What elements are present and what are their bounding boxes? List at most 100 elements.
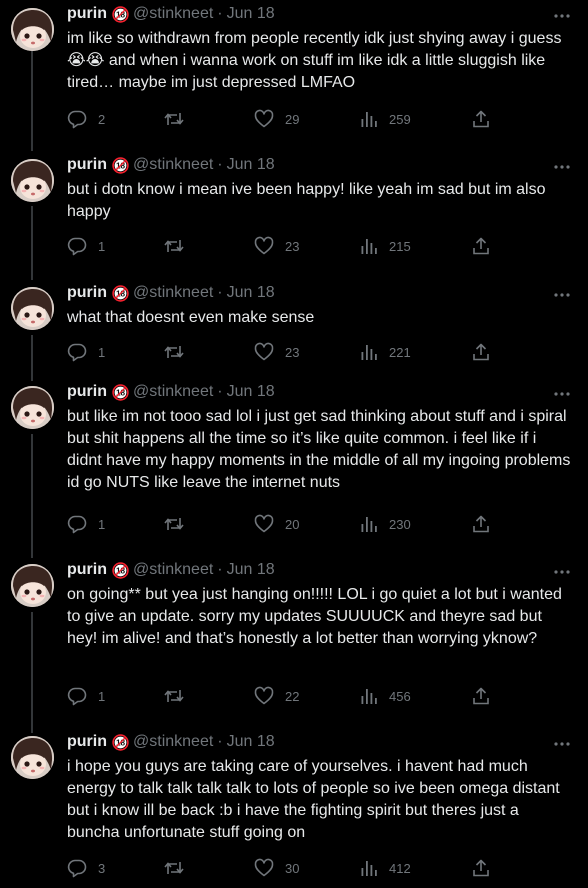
- like-button[interactable]: 22: [254, 686, 299, 706]
- share-button[interactable]: [471, 858, 491, 878]
- views-button[interactable]: 221: [360, 342, 411, 362]
- tweet[interactable]: purin 18 @stinkneet · Jun 18 on going** …: [0, 561, 588, 719]
- views-button[interactable]: 230: [360, 514, 411, 534]
- tweet-date[interactable]: Jun 18: [227, 5, 275, 23]
- reply-count: 1: [98, 344, 106, 360]
- share-button[interactable]: [471, 342, 491, 362]
- tweet-text: i hope you guys are taking care of yours…: [67, 758, 565, 841]
- reply-button[interactable]: 2: [67, 109, 105, 129]
- more-icon[interactable]: [552, 8, 572, 18]
- display-name[interactable]: purin: [67, 5, 107, 23]
- views-icon: [360, 858, 378, 878]
- user-handle[interactable]: @stinkneet: [133, 5, 213, 23]
- thread: purin 18 @stinkneet · Jun 18 im like so …: [0, 0, 588, 888]
- repost-button[interactable]: [163, 858, 196, 878]
- more-icon[interactable]: [552, 159, 572, 169]
- separator-dot: ·: [217, 561, 223, 578]
- tweet-date[interactable]: Jun 18: [227, 284, 275, 302]
- tweet[interactable]: purin 18 @stinkneet · Jun 18 im like so …: [0, 5, 588, 136]
- tweet-actions: 2 29 259: [67, 109, 507, 129]
- tweet-date[interactable]: Jun 18: [227, 383, 275, 401]
- user-handle[interactable]: @stinkneet: [133, 383, 213, 401]
- tweet[interactable]: purin 18 @stinkneet · Jun 18 but i dotn …: [0, 156, 588, 269]
- tweet-text: on going** but yea just hanging on!!!!! …: [67, 586, 567, 647]
- repost-button[interactable]: [163, 109, 196, 129]
- reply-count: 1: [98, 238, 106, 254]
- like-button[interactable]: 29: [254, 109, 299, 129]
- tweet-date[interactable]: Jun 18: [227, 156, 275, 174]
- avatar[interactable]: [11, 736, 54, 779]
- separator-dot: ·: [217, 284, 223, 301]
- heart-icon: [254, 236, 274, 256]
- share-icon: [471, 342, 491, 362]
- repost-icon: [163, 858, 185, 878]
- separator-dot: ·: [217, 383, 223, 400]
- tweet-date[interactable]: Jun 18: [227, 561, 275, 579]
- separator-dot: ·: [217, 5, 223, 22]
- reply-count: 1: [98, 516, 106, 532]
- user-handle[interactable]: @stinkneet: [133, 284, 213, 302]
- avatar[interactable]: [11, 287, 54, 330]
- repost-button[interactable]: [163, 342, 196, 362]
- display-name[interactable]: purin: [67, 156, 107, 174]
- reply-button[interactable]: 3: [67, 858, 105, 878]
- user-handle[interactable]: @stinkneet: [133, 561, 213, 579]
- tweet-header: purin 18 @stinkneet · Jun 18: [67, 283, 275, 303]
- display-name[interactable]: purin: [67, 284, 107, 302]
- like-button[interactable]: 30: [254, 858, 299, 878]
- share-button[interactable]: [471, 109, 491, 129]
- share-button[interactable]: [471, 686, 491, 706]
- eighteen-plus-icon: 18: [112, 156, 129, 174]
- display-name[interactable]: purin: [67, 561, 107, 579]
- display-name[interactable]: purin: [67, 383, 107, 401]
- reply-button[interactable]: 1: [67, 514, 105, 534]
- like-count: 23: [285, 344, 300, 360]
- avatar[interactable]: [11, 8, 54, 51]
- share-button[interactable]: [471, 236, 491, 256]
- more-icon[interactable]: [552, 736, 572, 746]
- tweet-actions: 3 30 412: [67, 858, 507, 878]
- tweet[interactable]: purin 18 @stinkneet · Jun 18 i hope you …: [0, 733, 588, 886]
- tweet-text: but like im not tooo sad lol i just get …: [67, 408, 575, 491]
- tweet-actions: 1 22 456: [67, 686, 507, 706]
- reply-count: 3: [98, 860, 106, 876]
- share-button[interactable]: [471, 514, 491, 534]
- like-button[interactable]: 23: [254, 342, 299, 362]
- tweet-date[interactable]: Jun 18: [227, 733, 275, 751]
- reply-button[interactable]: 1: [67, 342, 105, 362]
- reply-button[interactable]: 1: [67, 686, 105, 706]
- heart-icon: [254, 514, 274, 534]
- user-handle[interactable]: @stinkneet: [133, 156, 213, 174]
- view-count: 221: [389, 344, 411, 360]
- more-icon[interactable]: [552, 386, 572, 396]
- views-button[interactable]: 215: [360, 236, 411, 256]
- reply-count: 2: [98, 111, 106, 127]
- tweet-text: what that doesnt even make sense: [67, 309, 315, 326]
- tweet-actions: 1 23 221: [67, 342, 507, 362]
- reply-icon: [67, 109, 87, 129]
- tweet[interactable]: purin 18 @stinkneet · Jun 18 what that d…: [0, 284, 588, 372]
- more-icon[interactable]: [552, 287, 572, 297]
- user-handle[interactable]: @stinkneet: [133, 733, 213, 751]
- like-button[interactable]: 23: [254, 236, 299, 256]
- views-button[interactable]: 259: [360, 109, 411, 129]
- display-name[interactable]: purin: [67, 733, 107, 751]
- like-button[interactable]: 20: [254, 514, 299, 534]
- like-count: 30: [285, 860, 300, 876]
- repost-button[interactable]: [163, 514, 196, 534]
- heart-icon: [254, 686, 274, 706]
- share-icon: [471, 858, 491, 878]
- avatar[interactable]: [11, 159, 54, 202]
- repost-button[interactable]: [163, 686, 196, 706]
- reply-button[interactable]: 1: [67, 236, 105, 256]
- views-button[interactable]: 456: [360, 686, 411, 706]
- tweet[interactable]: purin 18 @stinkneet · Jun 18 but like im…: [0, 383, 588, 546]
- views-button[interactable]: 412: [360, 858, 411, 878]
- avatar[interactable]: [11, 386, 54, 429]
- share-icon: [471, 514, 491, 534]
- repost-button[interactable]: [163, 236, 196, 256]
- heart-icon: [254, 109, 274, 129]
- avatar[interactable]: [11, 564, 54, 607]
- reply-icon: [67, 342, 87, 362]
- more-icon[interactable]: [552, 564, 572, 574]
